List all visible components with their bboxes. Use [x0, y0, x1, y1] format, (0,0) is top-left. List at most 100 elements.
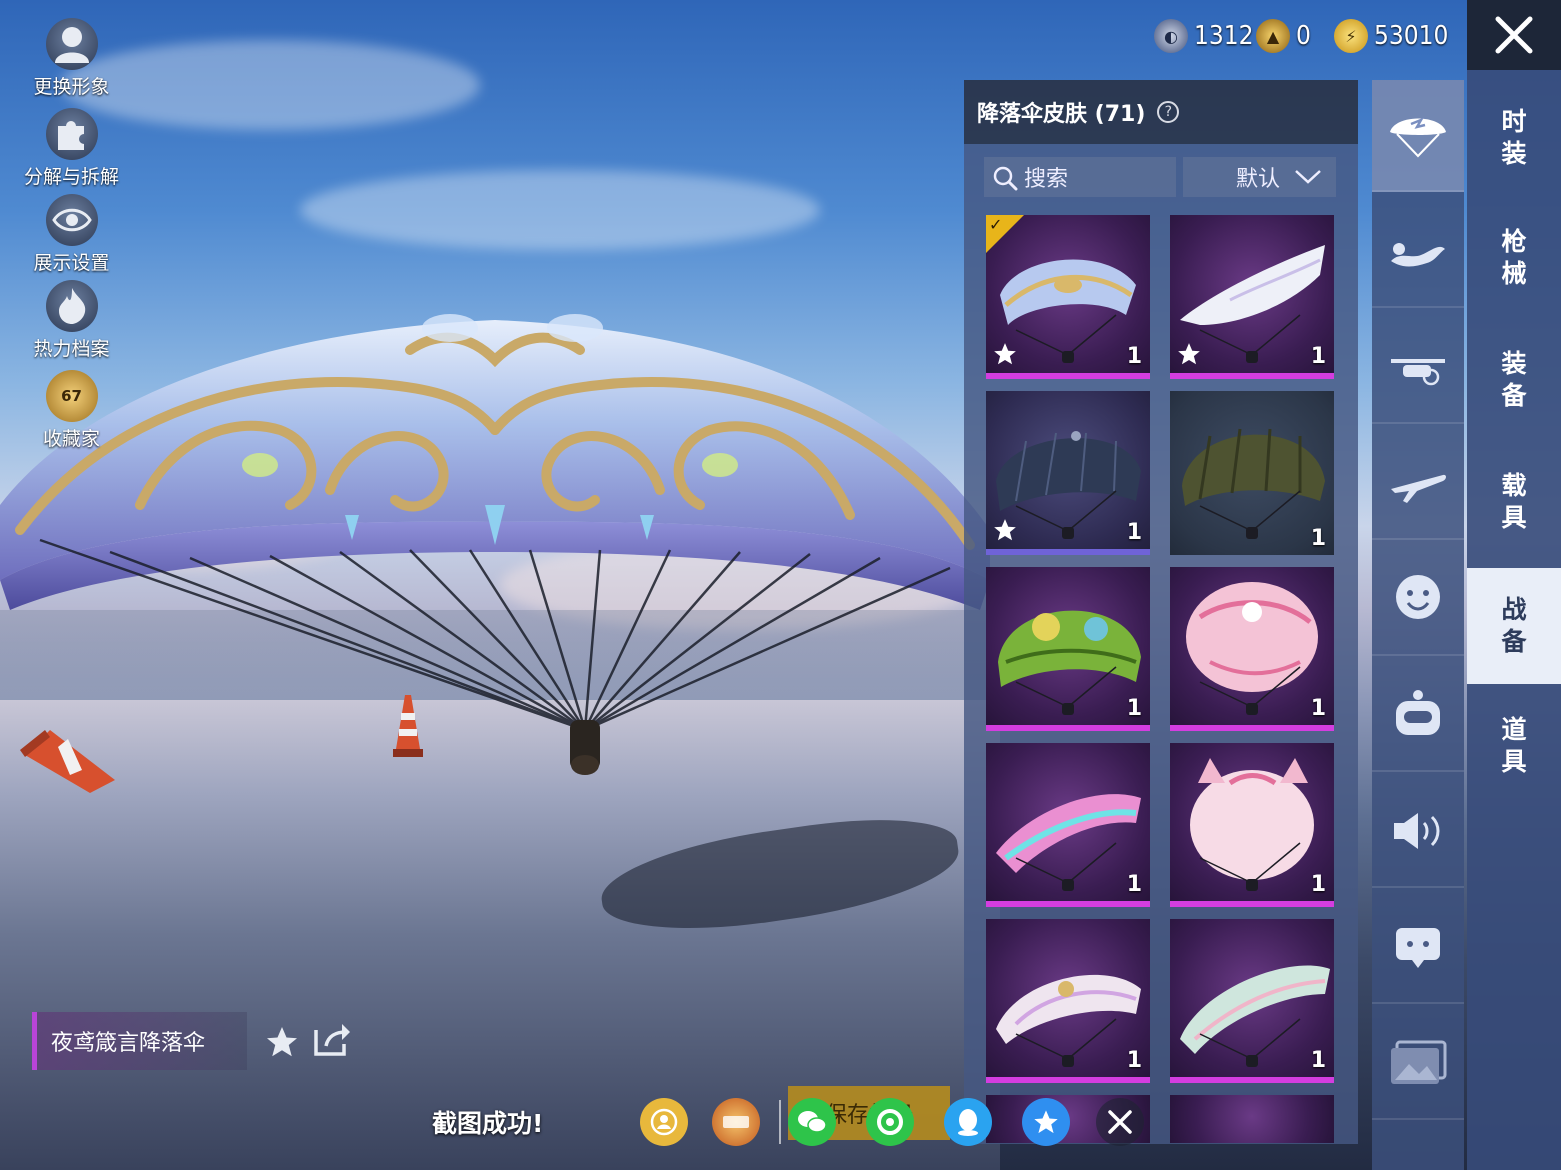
- sort-dropdown[interactable]: 默认: [1183, 157, 1336, 197]
- tab-vehicles[interactable]: 载具: [1467, 444, 1561, 560]
- favorite-star-icon: [994, 343, 1016, 365]
- collector-button[interactable]: 67 收藏家: [14, 370, 129, 451]
- bp-value: 53010: [1374, 21, 1449, 51]
- panel-title: 降落伞皮肤 (71): [977, 102, 1146, 127]
- item-count: 1: [1310, 526, 1326, 551]
- qzone-icon[interactable]: [1022, 1098, 1070, 1146]
- gallery-icon: [1391, 1040, 1447, 1084]
- parachute-icon: [1390, 117, 1446, 158]
- parachute-thumbnail: [1180, 965, 1330, 1067]
- chat-icon: [1396, 928, 1440, 968]
- drone-icon: [1391, 359, 1445, 386]
- currency-coupons: ◐ 1312: [1154, 14, 1254, 58]
- tab-drone[interactable]: [1372, 312, 1464, 424]
- close-button[interactable]: [1467, 0, 1561, 70]
- help-icon[interactable]: ?: [1157, 101, 1180, 123]
- parachute-item-card[interactable]: 1: [1170, 919, 1334, 1083]
- sort-label: 默认: [1235, 167, 1280, 192]
- cloud: [300, 170, 820, 250]
- panel-header: 降落伞皮肤 (71) ?: [964, 80, 1358, 144]
- item-count: 1: [1126, 872, 1142, 897]
- tab-fashion-label: 时装: [1501, 107, 1527, 168]
- share-icon[interactable]: [312, 1022, 352, 1058]
- subcategory-tabs: [1372, 80, 1464, 1170]
- gold-value: 0: [1296, 21, 1311, 51]
- parachute-item-card[interactable]: 1: [986, 391, 1150, 555]
- search-button[interactable]: 搜索: [984, 157, 1176, 197]
- search-icon: [993, 166, 1018, 191]
- parachute-item-card[interactable]: 1: [1170, 567, 1334, 731]
- parachute-thumbnail: [1190, 758, 1314, 891]
- tab-plane[interactable]: [1372, 428, 1464, 540]
- item-count: 1: [1126, 1048, 1142, 1073]
- parachute-item-card[interactable]: 1: [986, 919, 1150, 1083]
- selected-item-name: 夜鸢箴言降落伞: [51, 1031, 206, 1056]
- sound-icon: [1394, 813, 1440, 849]
- item-count: 1: [1126, 696, 1142, 721]
- tab-weapons[interactable]: 枪械: [1467, 200, 1561, 316]
- change-avatar-button[interactable]: 更换形象: [14, 18, 129, 99]
- coupons-value: 1312: [1194, 21, 1254, 51]
- parachute-item-card[interactable]: 1: [1170, 743, 1334, 907]
- heat-archive-button[interactable]: 热力档案: [14, 280, 129, 361]
- gold-coin-icon: ▲: [1256, 19, 1290, 53]
- currency-gold: ▲ 0: [1256, 14, 1311, 58]
- emote-icon: [1396, 575, 1440, 619]
- change-avatar-label: 更换形象: [33, 76, 110, 98]
- item-count: 1: [1126, 520, 1142, 545]
- moments-icon[interactable]: [866, 1098, 914, 1146]
- favorite-star-icon: [994, 519, 1016, 541]
- wechat-icon[interactable]: [788, 1098, 836, 1146]
- parachute-item-card[interactable]: 1: [1170, 391, 1334, 555]
- tab-props-label: 道具: [1501, 715, 1527, 776]
- profile-share-icon[interactable]: [640, 1098, 688, 1146]
- parachute-preview[interactable]: [0, 290, 990, 790]
- decompose-button[interactable]: 分解与拆解: [14, 108, 129, 189]
- tab-equipment[interactable]: 装备: [1467, 322, 1561, 438]
- collector-level: 67: [61, 387, 82, 405]
- heat-archive-label: 热力档案: [33, 338, 110, 360]
- collector-label: 收藏家: [42, 428, 100, 450]
- game-app-icon[interactable]: [712, 1098, 760, 1146]
- item-count: 1: [1310, 1048, 1326, 1073]
- category-tabs: 时装 枪械 装备 载具 战备 道具: [1467, 70, 1561, 1170]
- parachute-item-card[interactable]: [1170, 1095, 1334, 1143]
- avatar-icon: [45, 18, 98, 70]
- tab-fashion[interactable]: 时装: [1467, 80, 1561, 196]
- skydive-icon: [1391, 243, 1445, 267]
- bp-coin-icon: ⚡: [1334, 19, 1368, 53]
- share-divider: [779, 1100, 781, 1144]
- tab-skydive[interactable]: [1372, 196, 1464, 308]
- close-share-icon[interactable]: [1096, 1098, 1144, 1146]
- tab-weapons-label: 枪械: [1501, 227, 1527, 288]
- checkmark-icon: ✓: [989, 215, 1003, 234]
- favorite-star-icon[interactable]: [264, 1024, 300, 1060]
- parachute-item-card[interactable]: 1: [986, 567, 1150, 731]
- parachute-thumbnail: [996, 974, 1141, 1067]
- display-settings-button[interactable]: 展示设置: [14, 194, 129, 275]
- tab-chat[interactable]: [1372, 892, 1464, 1004]
- eye-icon: [45, 194, 98, 246]
- plane-icon: [1391, 474, 1446, 503]
- tab-emote[interactable]: [1372, 544, 1464, 656]
- tab-gallery[interactable]: [1372, 1008, 1464, 1120]
- qq-icon[interactable]: [944, 1098, 992, 1146]
- coupon-coin-icon: ◐: [1154, 19, 1188, 53]
- tab-gear[interactable]: 战备: [1467, 568, 1561, 684]
- parachute-item-card[interactable]: 1: [1170, 215, 1334, 379]
- tab-parachute[interactable]: [1372, 80, 1464, 192]
- tab-props[interactable]: 道具: [1467, 688, 1561, 804]
- item-count: 1: [1310, 696, 1326, 721]
- parachute-item-card[interactable]: ✓ 1: [986, 215, 1150, 379]
- item-count: 1: [1310, 872, 1326, 897]
- tab-companion[interactable]: [1372, 660, 1464, 772]
- tab-equipment-label: 装备: [1501, 349, 1527, 410]
- flame-icon: [45, 280, 98, 332]
- selected-item-bar: 夜鸢箴言降落伞: [32, 1012, 247, 1070]
- parachute-thumbnail: [996, 794, 1141, 891]
- decompose-label: 分解与拆解: [23, 166, 119, 188]
- tab-sound[interactable]: [1372, 776, 1464, 888]
- tab-vehicles-label: 载具: [1501, 471, 1527, 532]
- parachute-item-card[interactable]: 1: [986, 743, 1150, 907]
- chevron-down-icon: [1295, 170, 1321, 184]
